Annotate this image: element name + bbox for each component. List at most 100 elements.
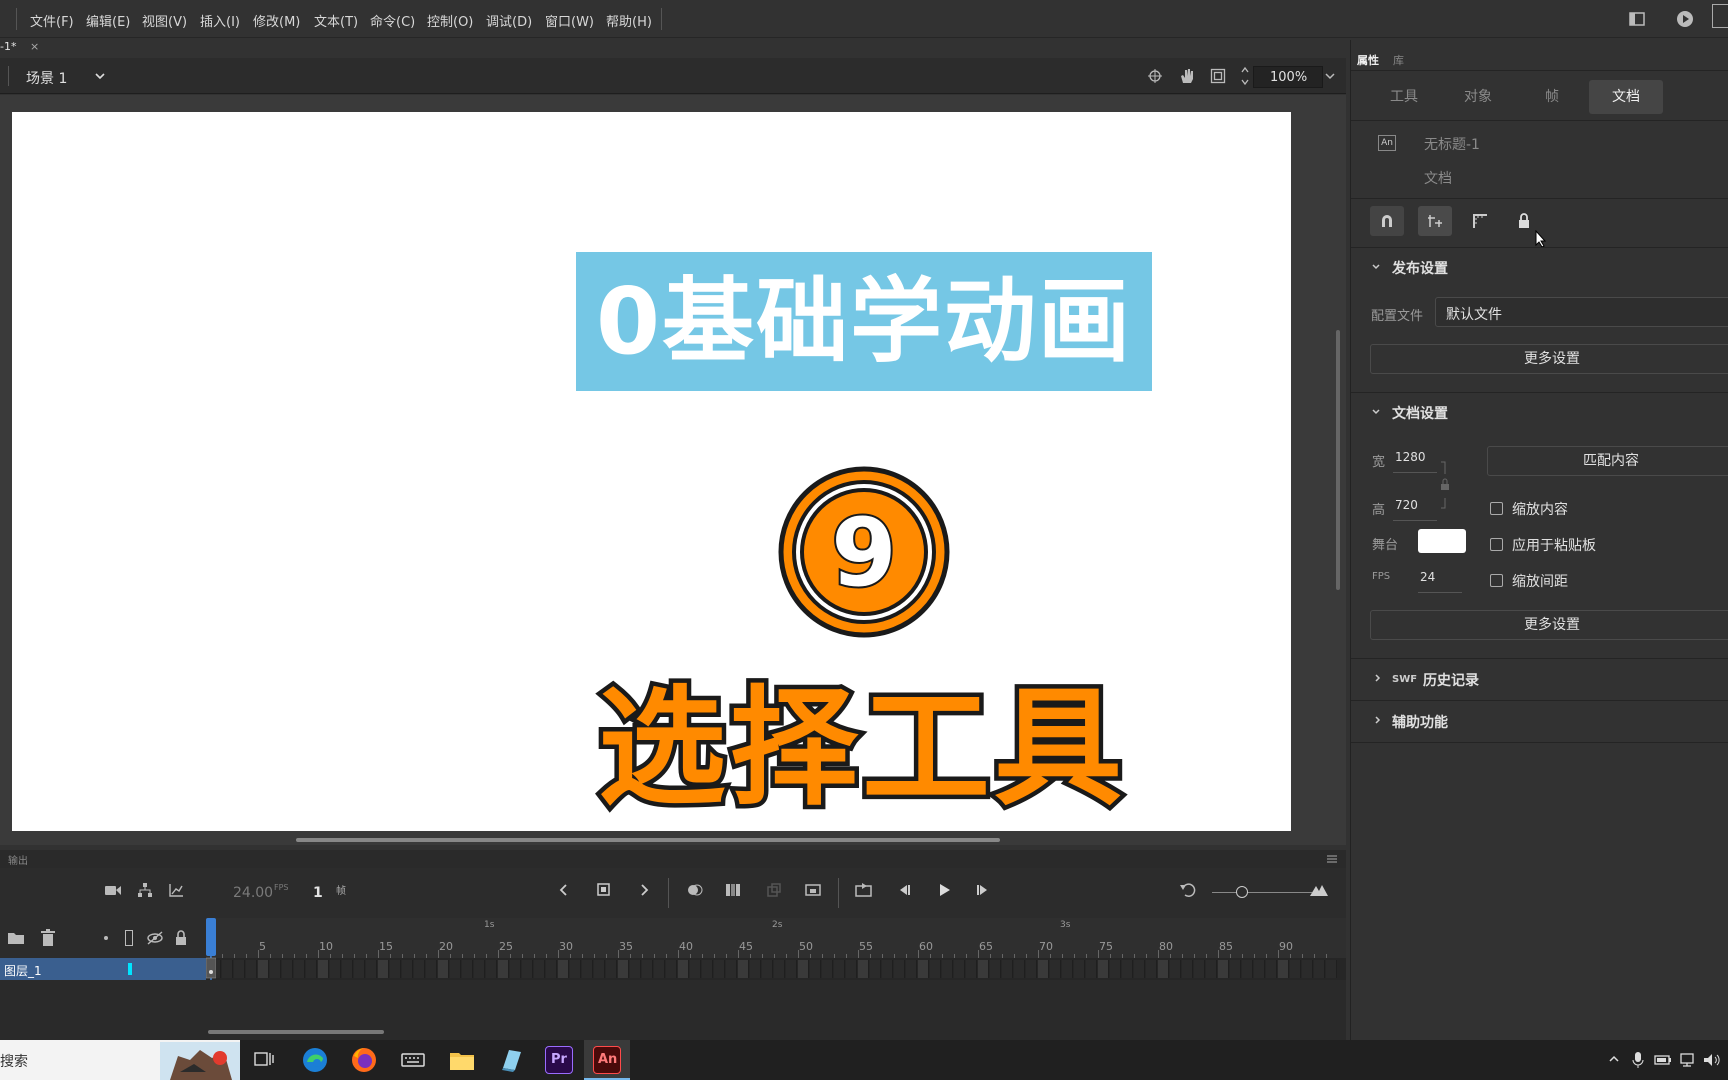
frame-cell[interactable] [1146,960,1157,978]
workspace-layout-icon[interactable] [1629,11,1645,27]
frame-cell[interactable] [978,960,989,978]
undo-view-icon[interactable] [1179,882,1197,898]
frame-cell[interactable] [702,960,713,978]
animate-app-icon[interactable]: An [593,1046,621,1074]
stage-color-swatch[interactable] [1418,529,1466,553]
frame-cell[interactable] [1158,960,1169,978]
frame-cell[interactable] [294,960,305,978]
clip-stage-icon[interactable] [1210,68,1226,84]
frame-cell[interactable] [1014,960,1025,978]
frame-cell[interactable] [870,960,881,978]
lock-icon[interactable] [174,929,188,947]
scene-label[interactable]: 场景 1 [26,68,67,88]
frame-cell[interactable] [1182,960,1193,978]
frame-cell[interactable] [1314,960,1325,978]
taskbar-search[interactable]: 搜索 [0,1040,240,1080]
frame-cell[interactable] [858,960,869,978]
frame-cell[interactable] [486,960,497,978]
menu-command[interactable]: 命令(C) [370,11,415,30]
frame-cell[interactable] [414,960,425,978]
frame-cell[interactable] [1074,960,1085,978]
link-dimensions-icon[interactable] [1439,460,1451,510]
menu-help[interactable]: 帮助(H) [606,11,652,30]
frame-cell[interactable] [918,960,929,978]
frame-cell[interactable] [1230,960,1241,978]
rulers-button[interactable] [1463,206,1497,236]
frame-cell[interactable] [366,960,377,978]
frame-cell[interactable] [558,960,569,978]
frame-cell[interactable] [318,960,329,978]
tab-library[interactable]: 库 [1393,52,1404,68]
frame-cell[interactable] [942,960,953,978]
chevron-down-icon[interactable] [94,71,106,81]
frame-cell[interactable] [618,960,629,978]
stage-vertical-scrollbar[interactable] [1336,330,1340,590]
premiere-pro-icon[interactable]: Pr [545,1046,573,1074]
chevron-right-icon[interactable] [1373,673,1383,683]
frame-cell[interactable] [282,960,293,978]
visibility-eye-icon[interactable] [146,930,164,946]
layer-frames[interactable] [206,958,1346,980]
frame-cell[interactable] [498,960,509,978]
next-keyframe-icon[interactable] [638,882,650,898]
tab-object[interactable]: 对象 [1441,80,1515,114]
snap-button[interactable] [1370,206,1404,236]
test-movie-icon[interactable] [1676,10,1694,28]
frame-cell[interactable] [834,960,845,978]
frame-cell[interactable] [726,960,737,978]
frame-cell[interactable] [846,960,857,978]
frame-cell[interactable] [630,960,641,978]
frame-cell[interactable] [390,960,401,978]
frame-cell[interactable] [1038,960,1049,978]
circled-number-nine[interactable]: 9 [776,464,952,640]
frame-cell[interactable] [774,960,785,978]
tab-tools[interactable]: 工具 [1367,80,1441,114]
frame-cell[interactable] [1134,960,1145,978]
frame-cell[interactable] [1170,960,1181,978]
highlight-dot-icon[interactable] [104,936,108,940]
apply-pasteboard-checkbox[interactable] [1490,538,1503,551]
frame-cell[interactable] [990,960,1001,978]
frame-cell[interactable] [798,960,809,978]
chevron-up-icon[interactable] [1608,1054,1620,1064]
step-back-icon[interactable] [896,882,912,898]
frame-cell[interactable] [306,960,317,978]
close-icon[interactable]: × [30,40,39,53]
step-forward-icon[interactable] [975,882,991,898]
menu-view[interactable]: 视图(V) [142,11,187,30]
insert-keyframe-icon[interactable] [596,882,612,898]
chevron-down-icon[interactable] [1371,262,1381,272]
tab-frame[interactable]: 帧 [1515,80,1589,114]
layer-color-swatch[interactable] [128,963,132,975]
camera-icon[interactable] [104,882,122,898]
zoom-stepper-icon[interactable] [1240,64,1250,88]
outline-icon[interactable] [125,930,133,946]
frame-cell[interactable] [426,960,437,978]
timeline-zoom-slider[interactable] [1212,892,1312,893]
keyboard-icon[interactable] [399,1046,427,1074]
frame-cell[interactable] [234,960,245,978]
frame-cell[interactable] [1098,960,1109,978]
play-icon[interactable] [936,882,952,898]
align-button[interactable] [1418,206,1452,236]
battery-icon[interactable] [1654,1052,1672,1068]
menu-debug[interactable]: 调试(D) [486,11,532,30]
frame-cell[interactable] [906,960,917,978]
frame-cell[interactable] [522,960,533,978]
scale-content-checkbox[interactable] [1490,502,1503,515]
frame-cell[interactable] [462,960,473,978]
frame-cell[interactable] [222,960,233,978]
frame-cell[interactable] [714,960,725,978]
menu-control[interactable]: 控制(O) [427,11,473,30]
output-panel-bar[interactable]: 输出 [0,850,1346,868]
onion-skin-icon[interactable] [686,882,704,898]
stage-canvas[interactable]: 0基础学动画 9 选择工具 [12,112,1291,831]
edge-browser-icon[interactable] [301,1046,329,1074]
frame-cell[interactable] [534,960,545,978]
frame-cell[interactable] [354,960,365,978]
frame-cell[interactable] [1206,960,1217,978]
file-explorer-icon[interactable] [448,1046,476,1074]
volume-icon[interactable] [1702,1052,1722,1068]
frame-cell[interactable] [402,960,413,978]
frame-cell[interactable] [606,960,617,978]
